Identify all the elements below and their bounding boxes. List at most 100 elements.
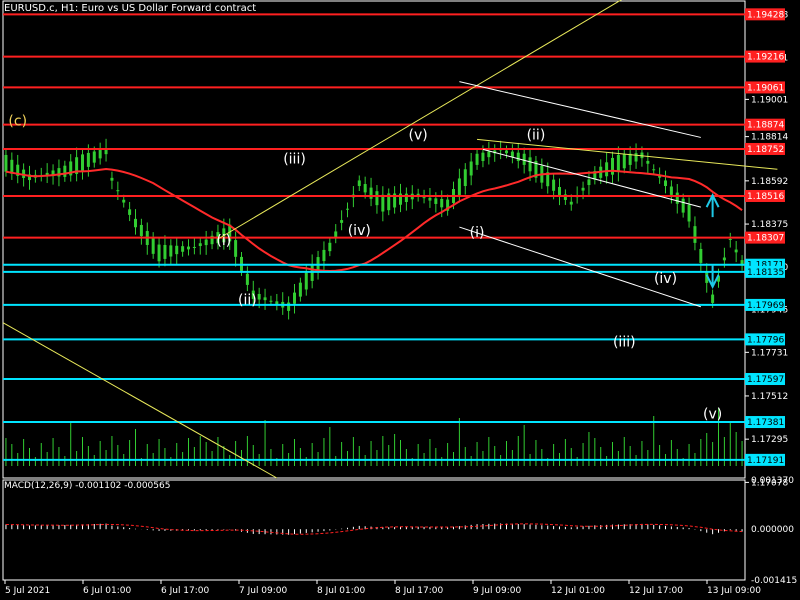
cyan-level-label: 1.18135 [747,268,784,278]
candle-body [322,249,326,262]
candle-body [628,153,632,165]
candle-body [139,224,143,237]
candle-body [363,184,367,193]
wave-label: (c) [8,113,27,129]
candle-body [245,273,249,285]
candle-body [457,178,461,196]
macd-tick-label: 0.001370 [751,476,794,486]
candle-body [134,218,137,228]
yellow-trendline-lower [2,322,278,479]
candle-body [269,300,273,302]
candle-body [463,169,467,187]
up-arrow-icon [705,192,720,218]
candle-body [340,220,344,223]
x-tick-label: 8 Jul 01:00 [317,586,366,596]
candle-body [652,169,656,171]
candle-body [275,301,279,305]
candle-body [63,165,67,177]
candle-body [622,154,626,169]
candle-body [569,201,573,205]
candle-body [116,190,120,192]
channel-lower [459,226,701,308]
wave-label: (iii) [613,335,636,351]
candle-body [110,177,114,181]
wave-label: (v) [703,406,722,422]
candle-body [198,243,202,247]
yellow-trendline [217,0,622,240]
cyan-level-label: 1.17597 [747,375,784,385]
candle-body [257,293,261,300]
candle-body [605,162,609,177]
candle-body [293,292,296,304]
candle-body [722,257,726,261]
red-level-label: 1.18752 [747,145,784,155]
candle-body [204,239,208,246]
cyan-level-label: 1.17381 [747,418,784,428]
candle-body [481,152,485,162]
candle-body [469,161,473,176]
yellow-trendline-top [477,138,778,170]
y-tick-label: 1.18375 [751,220,788,230]
wave-label: (ii) [527,127,546,143]
candle-body [157,244,161,262]
x-tick-label: 8 Jul 17:00 [395,586,444,596]
candle-body [510,151,514,158]
candle-body [699,248,703,263]
x-tick-label: 12 Jul 17:00 [629,586,683,596]
x-tick-label: 13 Jul 09:00 [707,586,761,596]
plot-frame [2,0,746,479]
candle-body [552,179,556,191]
macd-title: MACD(12,26,9) -0.001102 -0.000565 [4,481,171,491]
y-tick-label: 1.17295 [751,435,788,445]
candle-body [528,157,532,172]
candle-body [428,197,432,201]
candle-body [346,208,349,210]
candle-body [163,244,167,259]
wave-label: (iv) [348,223,371,239]
candle-body [440,198,444,208]
cyan-level-label: 1.17969 [747,301,784,311]
wave-label: (iii) [283,151,306,167]
candle-body [304,272,308,290]
candle-body [487,151,491,158]
candle-body [192,246,196,248]
y-tick-label: 1.17731 [751,348,788,358]
candle-body [334,231,338,238]
candle-body [298,282,302,297]
y-tick-label: 1.18592 [751,177,788,187]
candle-body [169,245,173,257]
candle-body [516,152,520,162]
candle-body [728,239,732,240]
candle-body [404,193,408,203]
candle-body [287,302,291,311]
y-tick-label: 1.19001 [751,95,788,105]
candle-body [634,153,638,162]
candle-body [375,191,379,206]
candle-body [128,209,132,215]
candle-body [681,198,685,213]
candle-body [81,154,84,172]
candle-body [616,154,620,172]
candle-body [357,180,361,187]
candle-body [434,198,438,204]
candle-body [669,186,673,195]
candle-body [263,297,267,301]
cyan-level-label: 1.17191 [747,456,784,466]
candle-body [664,180,667,187]
candle-body [587,179,591,186]
candle-body [122,199,126,203]
price-chart[interactable]: 1.194281.192111.190011.188141.185921.183… [0,0,800,600]
wave-label: (v) [409,127,428,143]
candle-body [611,157,614,175]
candle-body [687,204,691,222]
candle-body [328,242,332,252]
candle-body [369,187,373,199]
candle-body [175,245,179,255]
down-arrow-icon [705,264,720,290]
x-tick-label: 6 Jul 17:00 [161,586,210,596]
red-level-label: 1.19061 [747,83,784,93]
x-tick-label: 9 Jul 09:00 [473,586,522,596]
candle-body [522,153,526,165]
x-tick-label: 6 Jul 01:00 [83,586,132,596]
channel-upper [459,81,701,138]
